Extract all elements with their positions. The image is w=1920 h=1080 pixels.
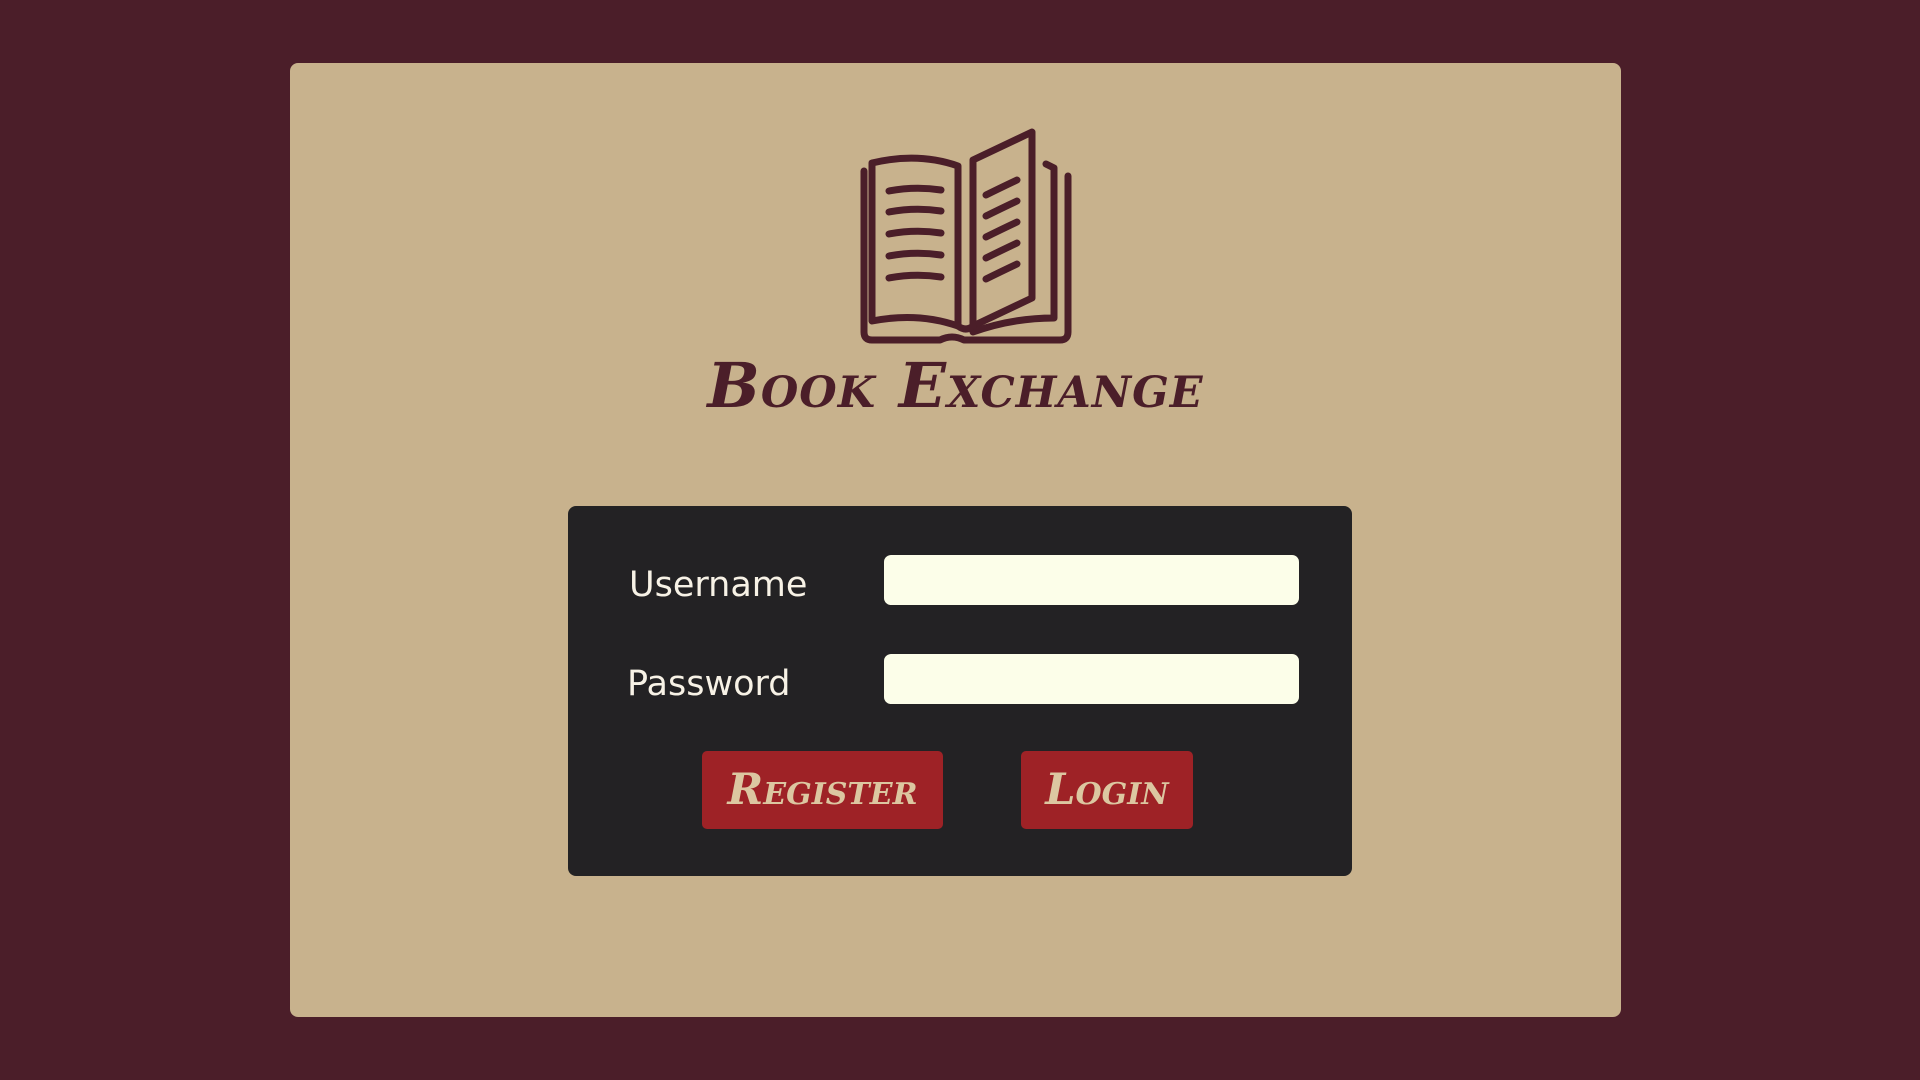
password-label: Password [627, 664, 791, 704]
page-background: Book Exchange Username Password Register… [0, 0, 1920, 1080]
app-title: Book Exchange [707, 349, 1204, 422]
register-button[interactable]: Register [702, 751, 943, 829]
login-button[interactable]: Login [1021, 751, 1193, 829]
login-panel: Username Password Register Login [568, 506, 1352, 876]
logo [852, 118, 1080, 348]
open-book-icon [860, 128, 1072, 344]
username-input[interactable] [884, 555, 1299, 605]
username-label: Username [629, 565, 808, 605]
password-input[interactable] [884, 654, 1299, 704]
login-card: Book Exchange Username Password Register… [290, 63, 1621, 1017]
